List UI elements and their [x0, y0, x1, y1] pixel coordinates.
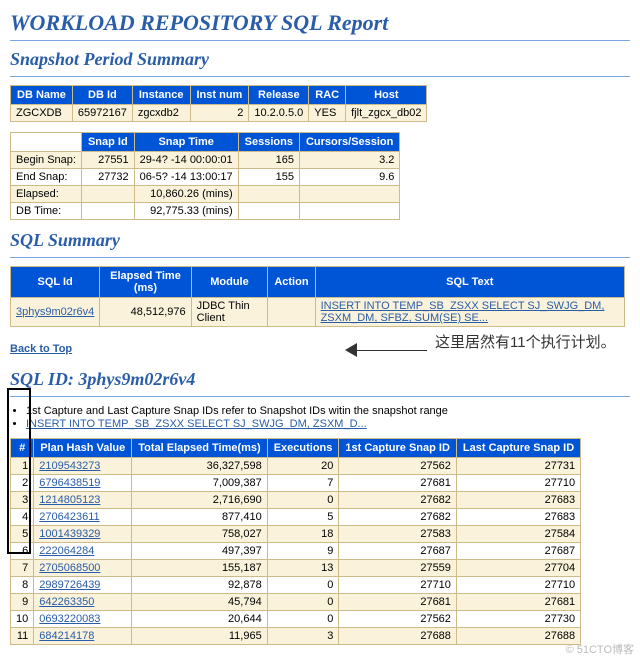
plan-row: 267964385197,009,38772768127710: [11, 475, 581, 492]
plan-hash-link[interactable]: 642263350: [39, 596, 94, 608]
ss-h-et: Elapsed Time (ms): [100, 267, 191, 298]
plan-hash-link[interactable]: 2989726439: [39, 579, 100, 591]
dbinfo-h-num: Inst num: [190, 86, 249, 105]
dbinfo-h-host: Host: [346, 86, 427, 105]
sqlsum-row: 3phys9m02r6v4 48,512,976 JDBC Thin Clien…: [11, 298, 625, 327]
dbinfo-h-name: DB Name: [11, 86, 73, 105]
divider: [10, 257, 630, 258]
plan-hash-link[interactable]: 222064284: [39, 545, 94, 557]
p-h-hash: Plan Hash Value: [34, 439, 132, 458]
snap-h-id: Snap Id: [81, 133, 134, 152]
dbinfo-table: DB Name DB Id Instance Inst num Release …: [10, 85, 427, 122]
p-h-num: #: [11, 439, 34, 458]
snap-row-begin: Begin Snap:2755129-4? -14 00:00:011653.2: [11, 152, 400, 169]
watermark: © 51CTO博客: [566, 641, 634, 657]
sqlid-link[interactable]: 3phys9m02r6v4: [16, 306, 94, 318]
blank-header: [11, 133, 82, 152]
plan-hash-link[interactable]: 684214178: [39, 630, 94, 642]
ss-h-txt: SQL Text: [315, 267, 624, 298]
plan-row: 312148051232,716,69002768227683: [11, 492, 581, 509]
ss-h-id: SQL Id: [11, 267, 100, 298]
ss-h-act: Action: [268, 267, 315, 298]
plan-hash-link[interactable]: 1001439329: [39, 528, 100, 540]
section-sqlsummary: SQL Summary: [10, 230, 630, 251]
bullet-item: INSERT INTO TEMP_SB_ZSXX SELECT SJ_SWJG_…: [26, 418, 630, 430]
bullet-item: 1st Capture and Last Capture Snap IDs re…: [26, 405, 630, 417]
divider: [10, 396, 630, 397]
p-h-1st: 1st Capture Snap ID: [339, 439, 457, 458]
bullet-sql-link[interactable]: INSERT INTO TEMP_SB_ZSXX SELECT SJ_SWJG_…: [26, 418, 367, 430]
plan-row: 1168421417811,96532768827688: [11, 628, 581, 645]
plan-table: # Plan Hash Value Total Elapsed Time(ms)…: [10, 438, 581, 645]
divider: [10, 76, 630, 77]
section-snapshot: Snapshot Period Summary: [10, 49, 630, 70]
plan-row: 10069322008320,64402756227730: [11, 611, 581, 628]
plan-hash-link[interactable]: 2705068500: [39, 562, 100, 574]
plan-row: 51001439329758,027182758327584: [11, 526, 581, 543]
annotation-box: 这里居然有11个执行计划。: [415, 325, 630, 375]
snap-h-curs: Cursors/Session: [299, 133, 399, 152]
plan-row: 42706423611877,41052768227683: [11, 509, 581, 526]
dbinfo-h-rac: RAC: [309, 86, 346, 105]
plan-row: 6222064284497,39792768727687: [11, 543, 581, 560]
ss-h-mod: Module: [191, 267, 268, 298]
dbinfo-h-rel: Release: [249, 86, 309, 105]
plan-hash-link[interactable]: 6796438519: [39, 477, 100, 489]
dbinfo-row: ZGCXDB 65972167 zgcxdb2 2 10.2.0.5.0 YES…: [11, 105, 427, 122]
plan-hash-link[interactable]: 2706423611: [39, 511, 99, 523]
dbinfo-h-id: DB Id: [72, 86, 132, 105]
snap-row-end: End Snap:2773206-5? -14 13:00:171559.6: [11, 169, 400, 186]
plan-hash-link[interactable]: 2109543273: [39, 460, 100, 472]
sqltext-link[interactable]: INSERT INTO TEMP_SB_ZSXX SELECT SJ_SWJG_…: [321, 300, 605, 324]
snap-h-time: Snap Time: [134, 133, 238, 152]
sqlid-bullets: 1st Capture and Last Capture Snap IDs re…: [26, 405, 630, 430]
page-title: WORKLOAD REPOSITORY SQL Report: [10, 10, 630, 36]
plan-row: 1210954327336,327,598202756227731: [11, 458, 581, 475]
snap-table: Snap Id Snap Time Sessions Cursors/Sessi…: [10, 132, 400, 220]
p-h-et: Total Elapsed Time(ms): [132, 439, 267, 458]
plan-hash-link[interactable]: 0693220083: [39, 613, 100, 625]
annotation-text: 这里居然有11个执行计划。: [435, 333, 616, 353]
sqlsum-table: SQL Id Elapsed Time (ms) Module Action S…: [10, 266, 625, 327]
snap-row-elapsed: Elapsed:10,860.26 (mins): [11, 186, 400, 203]
snap-row-dbtime: DB Time:92,775.33 (mins): [11, 203, 400, 220]
dbinfo-h-inst: Instance: [132, 86, 190, 105]
plan-row: 964226335045,79402768127681: [11, 594, 581, 611]
plan-row: 8298972643992,87802771027710: [11, 577, 581, 594]
divider: [10, 40, 630, 41]
plan-row: 72705068500155,187132755927704: [11, 560, 581, 577]
p-h-last: Last Capture Snap ID: [456, 439, 580, 458]
snap-h-sess: Sessions: [238, 133, 299, 152]
arrow-line-icon: [355, 350, 427, 351]
back-to-top-link[interactable]: Back to Top: [10, 343, 72, 355]
p-h-exec: Executions: [267, 439, 339, 458]
plan-hash-link[interactable]: 1214805123: [39, 494, 100, 506]
